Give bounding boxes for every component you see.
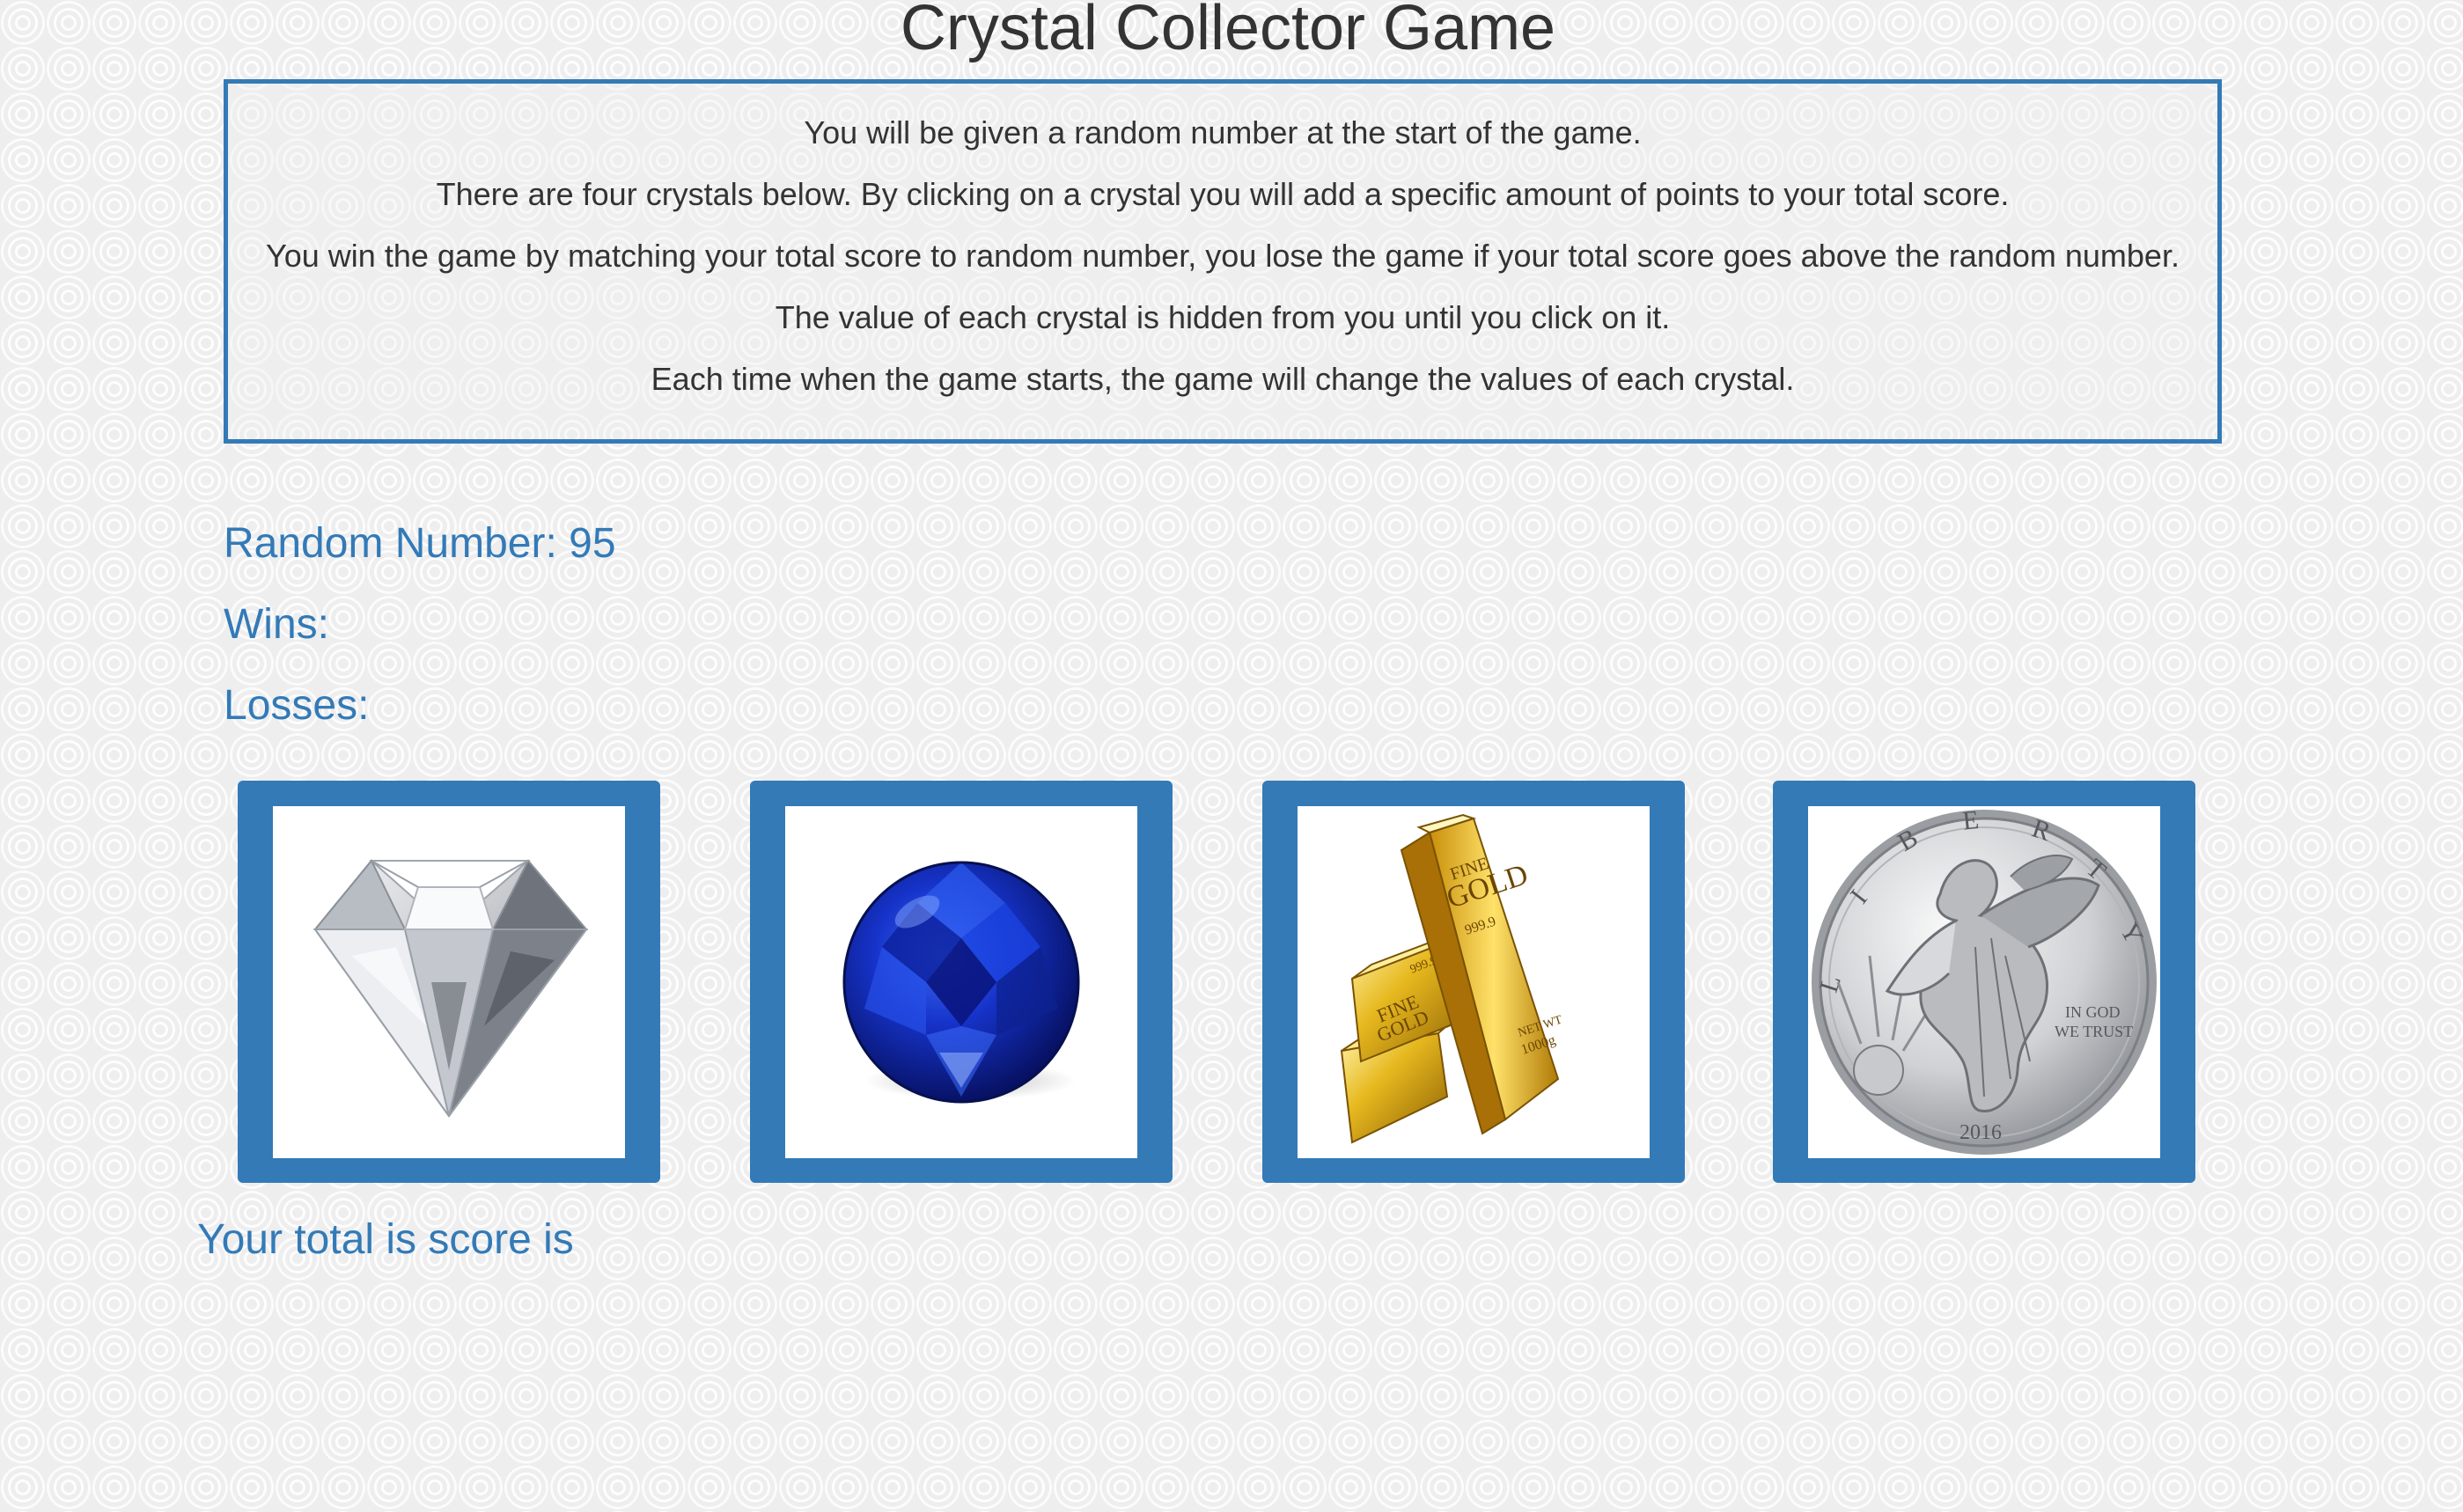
silver-coin-icon: L I B E R T Y IN GOD WE TRUST 2016 <box>1812 806 2157 1155</box>
coin-motto-2: WE TRUST <box>2055 1023 2133 1040</box>
crystal-frame <box>273 806 625 1158</box>
gold-bars-icon: FINE GOLD 999.9 FINE GOLD 999.9 NET WT 1… <box>1340 813 1564 1144</box>
coin-motto-1: IN GOD <box>2065 1003 2121 1021</box>
crystal-frame <box>785 806 1137 1158</box>
crystal-frame: FINE GOLD 999.9 FINE GOLD 999.9 NET WT 1… <box>1298 806 1650 1158</box>
coin-year: 2016 <box>1959 1121 2002 1144</box>
crystal-button-diamond[interactable] <box>238 781 660 1183</box>
random-number-label: Random Number: 95 <box>224 520 616 567</box>
sapphire-icon <box>842 861 1080 1104</box>
page-title: Crystal Collector Game <box>900 0 1556 63</box>
crystal-frame: L I B E R T Y IN GOD WE TRUST 2016 <box>1808 806 2160 1158</box>
instruction-line: You will be given a random number at the… <box>804 114 1642 150</box>
instruction-line: There are four crystals below. By clicki… <box>436 176 2010 212</box>
instructions-box: You will be given a random number at the… <box>224 79 2222 444</box>
crystal-button-gold[interactable]: FINE GOLD 999.9 FINE GOLD 999.9 NET WT 1… <box>1262 781 1685 1183</box>
coin-letter: E <box>1961 806 1981 836</box>
instruction-line: You win the game by matching your total … <box>266 238 2180 274</box>
wins-label: Wins: <box>224 601 329 648</box>
total-score-label: Your total is score is <box>197 1216 574 1263</box>
diamond-icon <box>312 859 589 1118</box>
crystal-button-coin[interactable]: L I B E R T Y IN GOD WE TRUST 2016 <box>1773 781 2195 1183</box>
instruction-line: The value of each crystal is hidden from… <box>775 299 1671 335</box>
instruction-line: Each time when the game starts, the game… <box>651 361 1795 397</box>
crystal-button-sapphire[interactable] <box>750 781 1173 1183</box>
losses-label: Losses: <box>224 682 370 729</box>
